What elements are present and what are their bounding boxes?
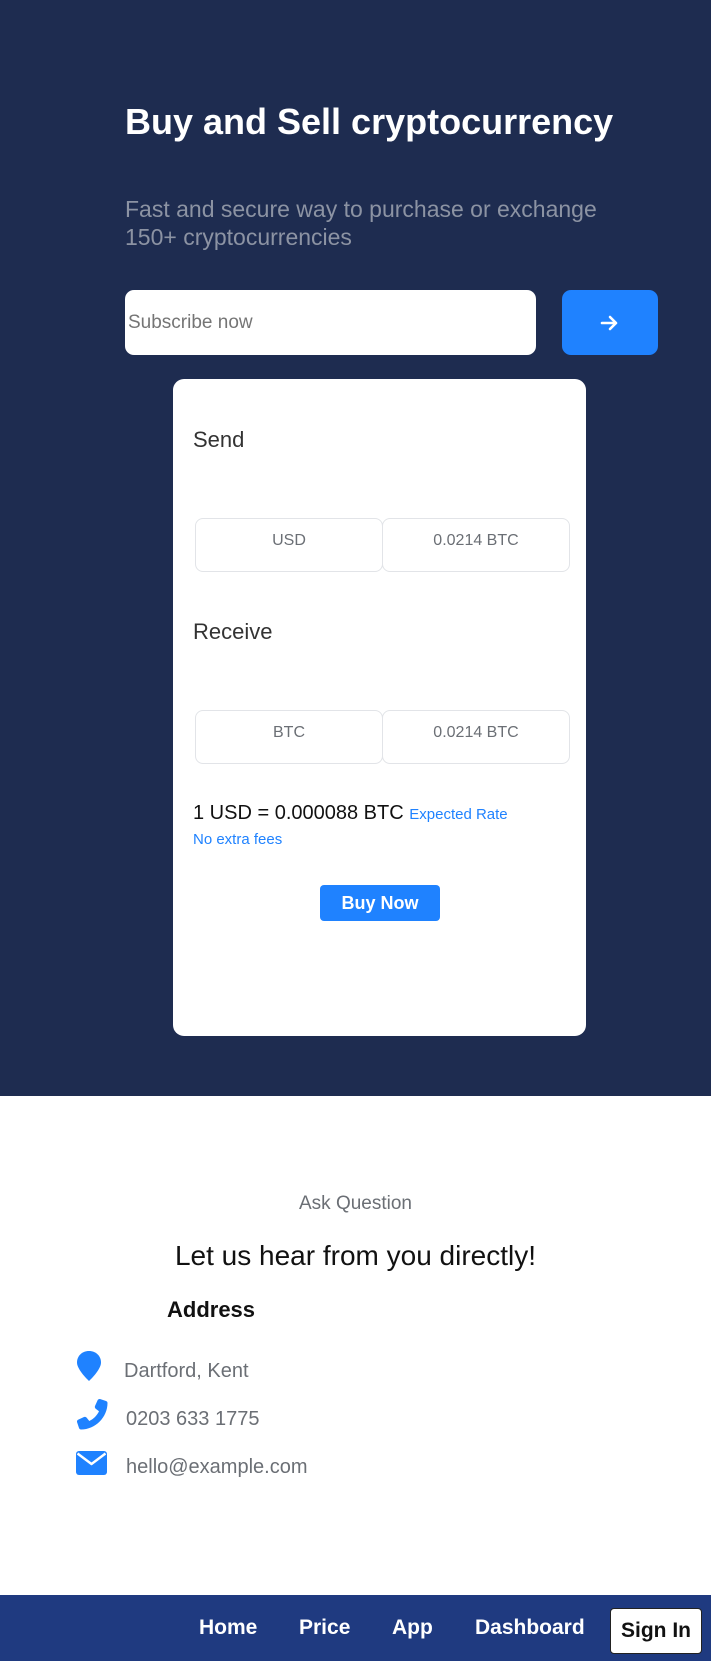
phone-icon [76, 1398, 108, 1430]
send-currency-field[interactable]: USD [195, 518, 383, 572]
exchange-rate-value: 1 USD = 0.000088 BTC [193, 802, 404, 824]
send-amount-field[interactable]: 0.0214 BTC [382, 518, 570, 572]
hero-section: Buy and Sell cryptocurrency Fast and sec… [0, 0, 711, 1096]
subscribe-button[interactable] [562, 290, 658, 355]
contact-phone[interactable]: 0203 633 1775 [126, 1408, 259, 1431]
sign-in-button[interactable]: Sign In [610, 1608, 702, 1654]
hero-title: Buy and Sell cryptocurrency [125, 101, 614, 142]
nav-price[interactable]: Price [299, 1595, 350, 1661]
receive-label: Receive [193, 619, 273, 644]
nav-app[interactable]: App [392, 1595, 433, 1661]
nav-home[interactable]: Home [199, 1595, 257, 1661]
contact-address: Dartford, Kent [124, 1360, 249, 1382]
fees-note: No extra fees [193, 831, 283, 848]
expected-rate-note: Expected Rate [409, 806, 508, 823]
exchange-card: Send USD 0.0214 BTC Receive BTC 0.0214 B… [173, 379, 586, 1036]
ask-question-eyebrow: Ask Question [299, 1193, 412, 1214]
contact-email[interactable]: hello@example.com [126, 1456, 308, 1479]
nav-dashboard[interactable]: Dashboard [475, 1595, 585, 1661]
contact-heading: Let us hear from you directly! [174, 1240, 537, 1271]
exchange-rate: 1 USD = 0.000088 BTC Expected Rate [193, 802, 508, 825]
bottom-navbar: Home Price App Dashboard Sign In [0, 1595, 711, 1661]
receive-amount-field[interactable]: 0.0214 BTC [382, 710, 570, 764]
receive-currency-field[interactable]: BTC [195, 710, 383, 764]
send-label: Send [193, 427, 245, 452]
subscribe-input[interactable] [125, 290, 536, 355]
envelope-icon [76, 1451, 107, 1475]
map-pin-icon [77, 1351, 101, 1381]
hero-subtitle: Fast and secure way to purchase or excha… [125, 196, 597, 250]
arrow-right-icon [600, 315, 618, 330]
buy-now-button[interactable]: Buy Now [320, 885, 440, 921]
address-title: Address [167, 1297, 256, 1322]
